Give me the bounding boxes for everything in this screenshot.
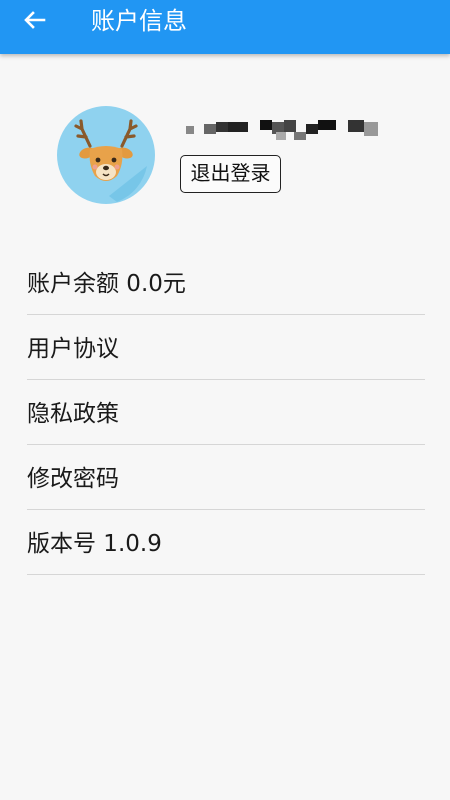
menu-item-user-agreement[interactable]: 用户协议 [27,315,425,380]
menu-item-label: 修改密码 [27,466,119,492]
menu-item-version: 版本号 1.0.9 [27,510,425,575]
menu-item-label: 账户余额 0.0元 [27,271,186,297]
menu-item-label: 隐私政策 [27,401,119,427]
username-masked [182,118,382,140]
deer-avatar-icon [57,106,155,204]
menu-item-privacy-policy[interactable]: 隐私政策 [27,380,425,445]
menu-list: 账户余额 0.0元 用户协议 隐私政策 修改密码 版本号 1.0.9 [27,250,425,575]
page-title: 账户信息 [91,7,187,35]
avatar [57,106,155,204]
menu-item-label: 用户协议 [27,336,119,362]
logout-button[interactable]: 退出登录 [180,155,281,193]
menu-item-change-password[interactable]: 修改密码 [27,445,425,510]
menu-item-label: 版本号 1.0.9 [27,531,162,557]
profile-section: 退出登录 [0,54,450,244]
arrow-left-icon [24,11,46,29]
menu-item-balance[interactable]: 账户余额 0.0元 [27,250,425,315]
app-header: 账户信息 [0,0,450,54]
back-button[interactable] [18,5,54,41]
